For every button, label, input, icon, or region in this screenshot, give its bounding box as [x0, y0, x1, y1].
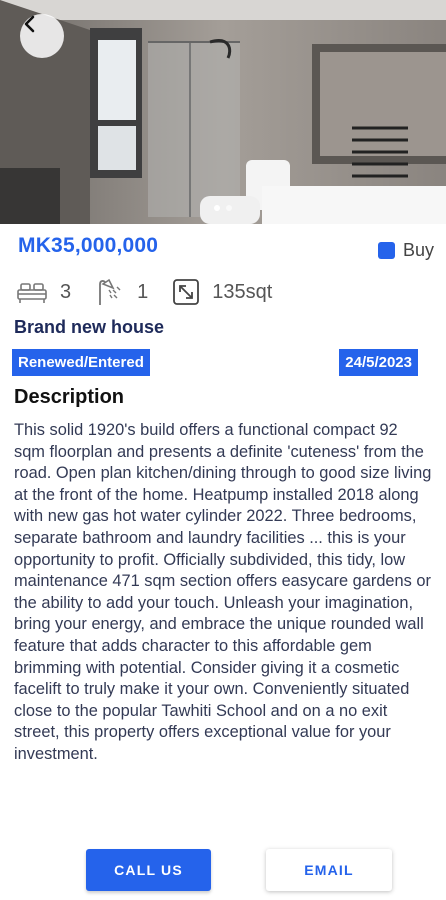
carousel-dot[interactable]	[214, 205, 220, 211]
listing-type-label: Buy	[402, 240, 434, 260]
arrow-left-icon	[24, 15, 35, 33]
resize-arrow-icon	[173, 279, 200, 305]
description-text: This solid 1920's build offers a functio…	[14, 421, 432, 763]
shower-icon	[99, 278, 121, 305]
listing-photo[interactable]	[0, 0, 446, 224]
date-badge: 24/5/2023	[339, 349, 418, 376]
bedrooms-feature: 3	[16, 280, 71, 304]
email-button[interactable]: EMAIL	[266, 849, 392, 891]
description-heading: Description	[14, 386, 125, 408]
area-feature: 135sqt	[172, 278, 272, 306]
bathroom-photo	[0, 0, 446, 224]
back-button[interactable]	[20, 14, 64, 58]
bathrooms-feature: 1	[95, 278, 148, 306]
bathrooms-count: 1	[137, 280, 149, 303]
carousel-indicator	[0, 205, 446, 211]
feature-row: 3 1 135sqt	[16, 276, 296, 308]
call-us-button[interactable]: CALL US	[86, 849, 211, 891]
listing-title: Brand new house	[14, 317, 165, 337]
status-badge: Renewed/Entered	[12, 349, 150, 376]
type-color-swatch	[377, 242, 395, 259]
listing-type: Buy	[377, 240, 434, 261]
bed-icon	[17, 283, 47, 303]
price: MK35,000,000	[18, 234, 159, 257]
area-value: 135sqt	[212, 280, 273, 303]
carousel-dot[interactable]	[226, 205, 232, 211]
bedrooms-count: 3	[60, 280, 72, 303]
